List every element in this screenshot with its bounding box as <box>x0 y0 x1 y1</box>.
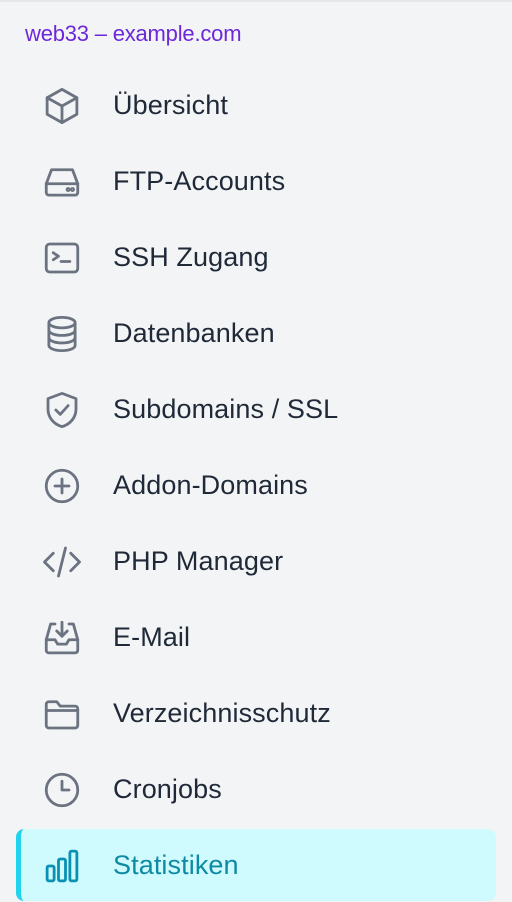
cube-icon <box>41 85 83 127</box>
sidebar-item-ftp-accounts[interactable]: FTP-Accounts <box>16 145 496 217</box>
folder-icon <box>41 693 83 735</box>
sidebar-item-label: PHP Manager <box>113 546 284 576</box>
sidebar-item-label: Datenbanken <box>113 318 275 348</box>
plus-circle-icon <box>41 465 83 507</box>
sidebar-item-label: Cronjobs <box>113 774 222 804</box>
bar-chart-icon <box>41 845 83 887</box>
sidebar-item-datenbanken[interactable]: Datenbanken <box>16 297 496 369</box>
sidebar-item-uebersicht[interactable]: Übersicht <box>16 69 496 141</box>
sidebar-item-label: E-Mail <box>113 622 191 652</box>
sidebar-item-label: Addon-Domains <box>113 470 308 500</box>
sidebar-item-statistiken[interactable]: Statistiken <box>16 829 496 901</box>
terminal-icon <box>41 237 83 279</box>
sidebar-item-subdomains-ssl[interactable]: Subdomains / SSL <box>16 373 496 445</box>
sidebar-item-label: Übersicht <box>113 90 228 120</box>
sidebar-item-addon-domains[interactable]: Addon-Domains <box>16 449 496 521</box>
sidebar-item-e-mail[interactable]: E-Mail <box>16 601 496 673</box>
sidebar-item-label: SSH Zugang <box>113 242 269 272</box>
code-icon <box>41 541 83 583</box>
sidebar-item-label: FTP-Accounts <box>113 166 286 196</box>
database-icon <box>41 313 83 355</box>
sidebar-item-verzeichnisschutz[interactable]: Verzeichnisschutz <box>16 677 496 749</box>
clock-icon <box>41 769 83 811</box>
shield-check-icon <box>41 389 83 431</box>
sidebar-item-php-manager[interactable]: PHP Manager <box>16 525 496 597</box>
hard-drive-icon <box>41 161 83 203</box>
top-border <box>0 0 512 2</box>
sidebar-item-cronjobs[interactable]: Cronjobs <box>16 753 496 825</box>
sidebar-item-label: Subdomains / SSL <box>113 394 339 424</box>
inbox-download-icon <box>41 617 83 659</box>
sidebar-item-label: Statistiken <box>113 850 239 880</box>
site-title: web33 – example.com <box>25 21 242 46</box>
sidebar-item-ssh-zugang[interactable]: SSH Zugang <box>16 221 496 293</box>
sidebar-item-label: Verzeichnisschutz <box>113 698 331 728</box>
